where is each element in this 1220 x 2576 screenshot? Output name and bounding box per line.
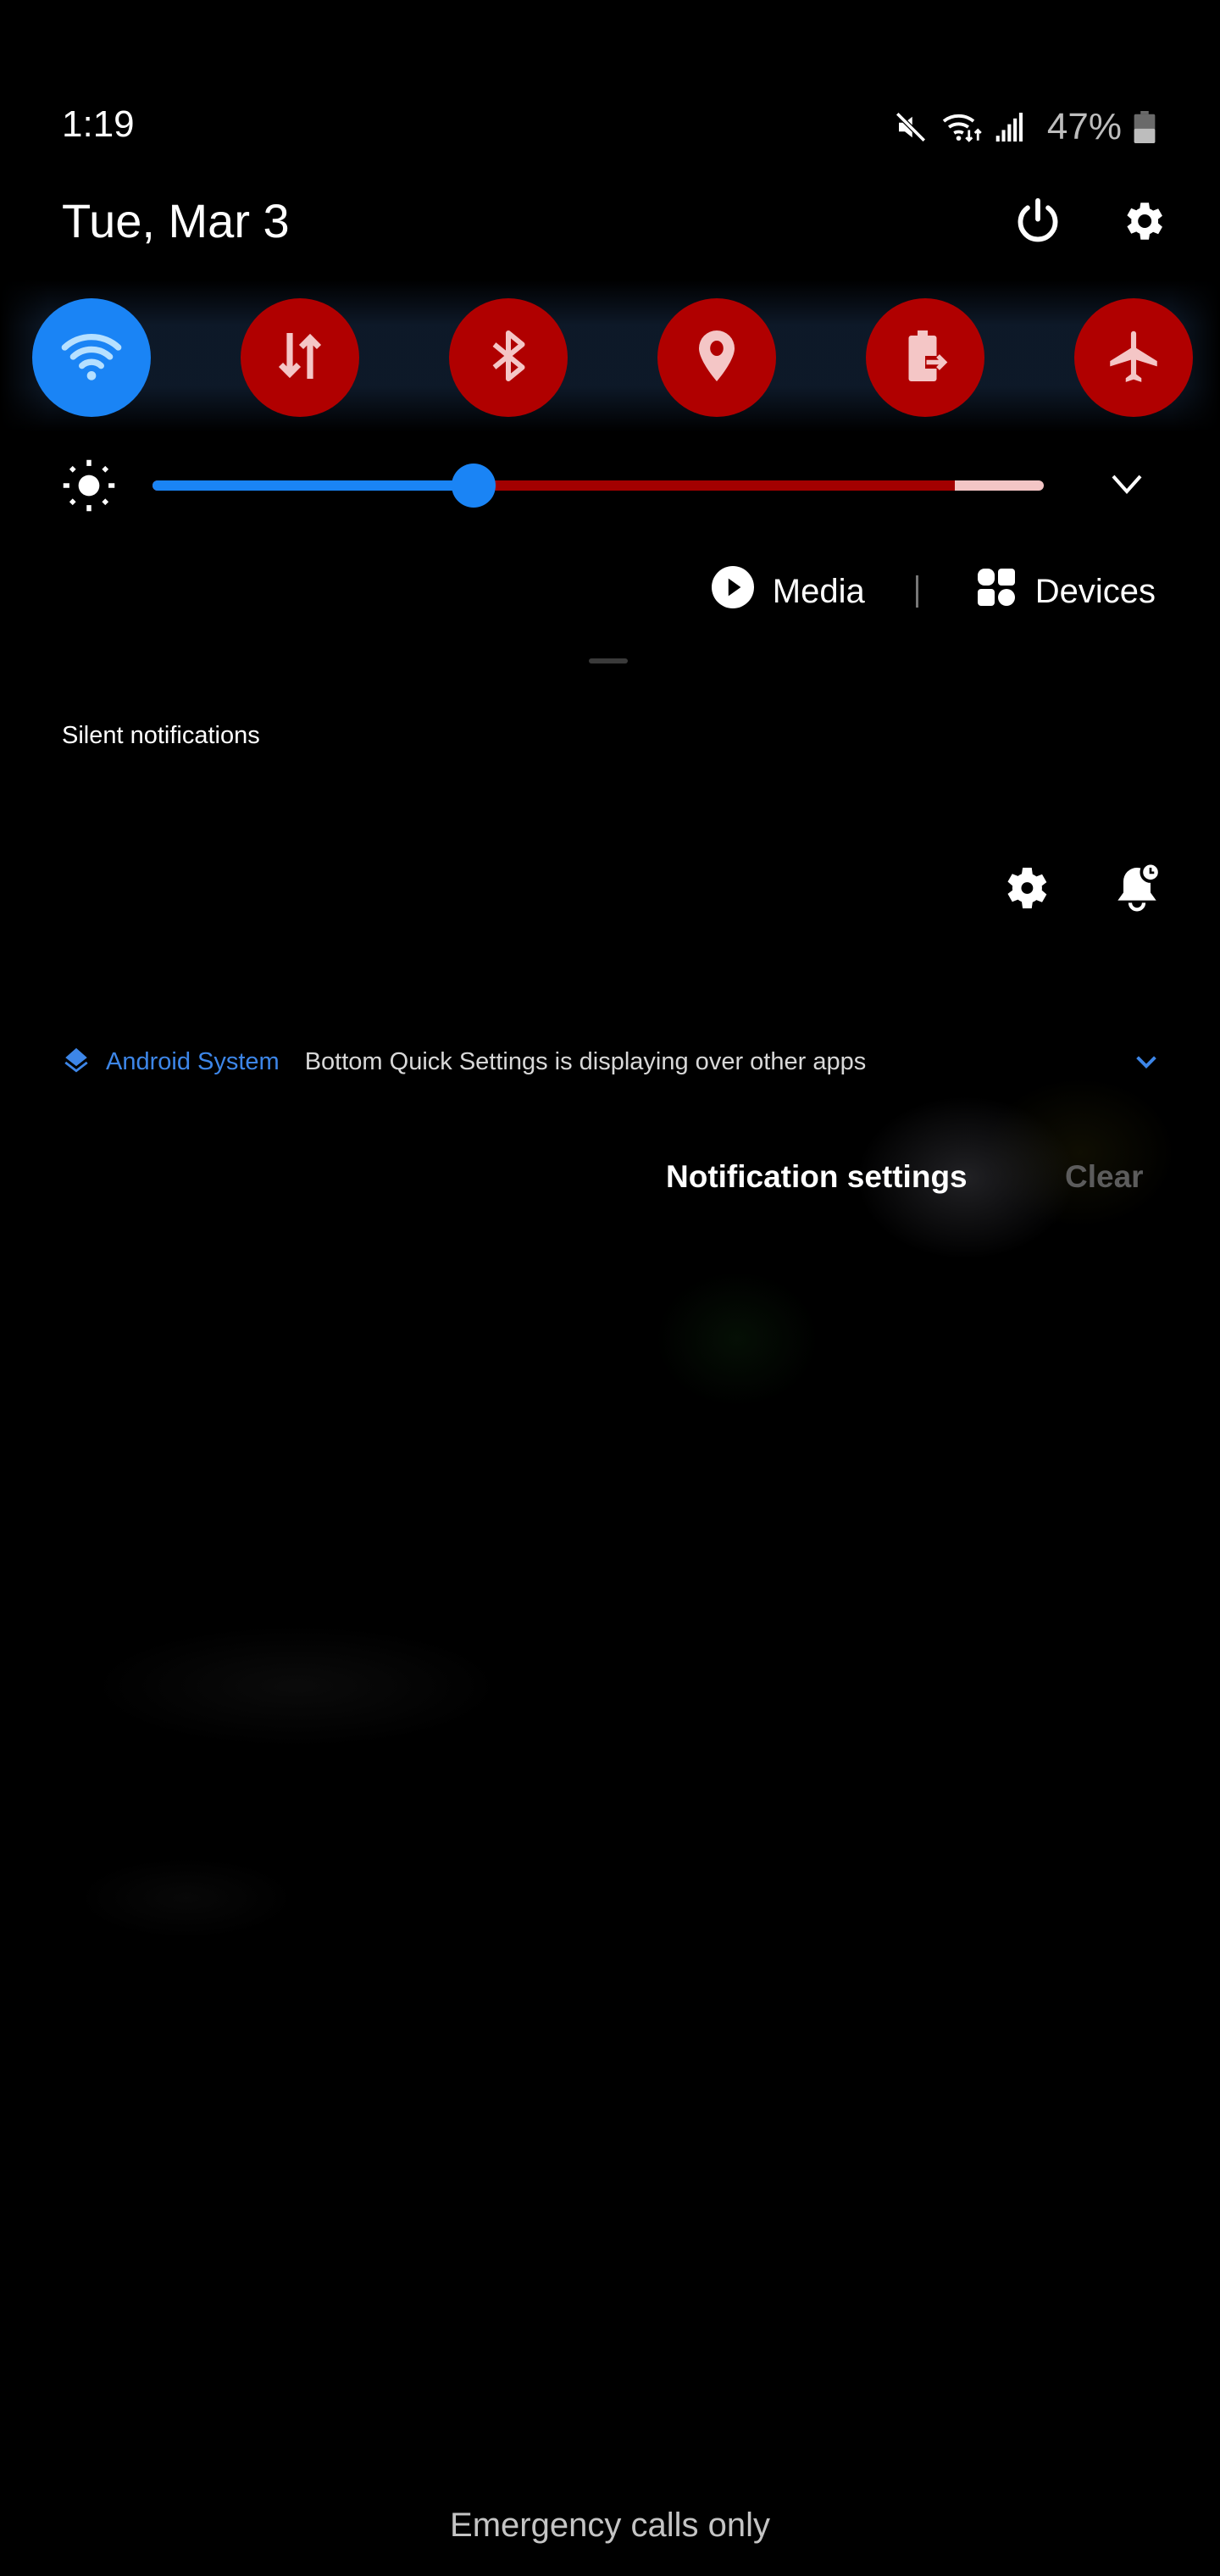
cell-signal-icon (995, 109, 1023, 145)
play-circle-icon (711, 566, 754, 617)
snooze-button[interactable] (1103, 856, 1171, 924)
power-button[interactable] (1008, 193, 1068, 253)
toggle-power-saving[interactable] (866, 298, 984, 417)
chevron-down-icon (1110, 473, 1144, 499)
devices-grid-icon (976, 567, 1017, 616)
brightness-thumb[interactable] (451, 464, 496, 508)
notification-settings-button[interactable]: Notification settings (666, 1159, 968, 1195)
airplane-icon (1102, 325, 1165, 391)
gear-icon (1118, 197, 1167, 250)
notification-text: Bottom Quick Settings is displaying over… (304, 1047, 867, 1075)
settings-button[interactable] (1113, 193, 1173, 253)
wifi-icon (58, 322, 125, 394)
brightness-slider[interactable] (152, 464, 1044, 508)
wifi-data-icon (940, 109, 983, 145)
separator (915, 575, 918, 608)
date-label: Tue, Mar 3 (62, 194, 290, 247)
expand-panel-button[interactable] (1101, 464, 1152, 507)
devices-label: Devices (1034, 572, 1156, 610)
status-time: 1:19 (62, 103, 135, 145)
notification-gear-button[interactable] (991, 856, 1059, 924)
sun-icon (61, 458, 117, 514)
mute-icon (893, 109, 929, 145)
devices-button[interactable]: Devices (976, 567, 1156, 616)
battery-percent: 47% (1046, 106, 1122, 147)
battery-icon (1134, 111, 1156, 143)
gear-icon (998, 861, 1052, 919)
bluetooth-icon (478, 325, 539, 391)
silent-notifications-header: Silent notifications (62, 722, 260, 749)
carrier-status: Emergency calls only (450, 2507, 770, 2544)
media-devices-row: Media Devices (711, 566, 1156, 617)
bell-snooze-icon (1110, 861, 1164, 919)
notification-app-name: Android System (106, 1047, 280, 1075)
toggle-location[interactable] (657, 298, 776, 417)
toggle-bluetooth[interactable] (449, 298, 568, 417)
toggle-mobile-data[interactable] (241, 298, 359, 417)
media-button[interactable]: Media (711, 566, 865, 617)
quick-toggles (32, 298, 1193, 417)
layers-icon (62, 1046, 91, 1079)
location-pin-icon (686, 325, 747, 391)
drag-handle[interactable] (589, 658, 628, 663)
chevron-down-icon[interactable] (1129, 1047, 1163, 1076)
power-icon (1013, 197, 1062, 250)
toggle-wifi[interactable] (32, 298, 151, 417)
brightness-fill (152, 480, 474, 491)
media-label: Media (772, 572, 865, 610)
data-arrows-icon (269, 325, 330, 391)
clear-button[interactable]: Clear (1065, 1159, 1144, 1195)
battery-share-icon (895, 325, 956, 391)
status-icons: 47% (893, 105, 1156, 149)
toggle-airplane-mode[interactable] (1074, 298, 1193, 417)
notification-item[interactable]: Android System Bottom Quick Settings is … (62, 1041, 1163, 1083)
